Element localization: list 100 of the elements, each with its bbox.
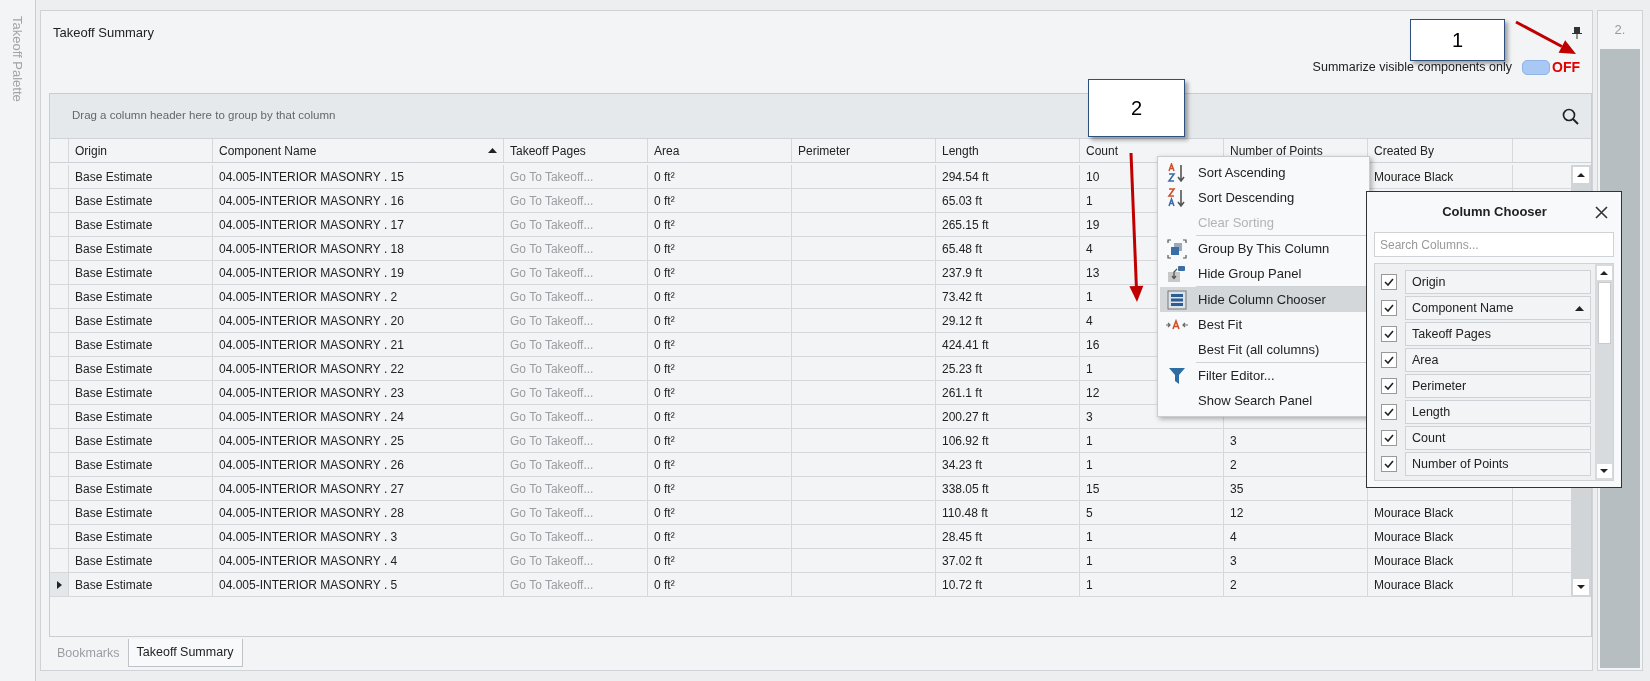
menu-item[interactable]: Group By This Column [1160,236,1367,261]
search-icon[interactable] [1562,107,1579,125]
table-cell-text: 04.005-INTERIOR MASONRY . 22 [219,360,404,378]
column-item[interactable]: Number of Points [1405,452,1591,476]
check-icon [1384,278,1394,286]
checkbox[interactable] [1381,274,1397,290]
table-cell-text: 3 [1230,552,1237,570]
table-cell-text: Base Estimate [75,432,153,450]
sort-arrow-icon [1575,305,1584,311]
panel-title: Takeoff Summary [53,24,154,43]
table-cell-text: 04.005-INTERIOR MASONRY . 25 [219,432,404,450]
scroll-up-button[interactable] [1573,167,1589,183]
table-cell-text: 04.005-INTERIOR MASONRY . 4 [219,552,398,570]
table-cell-text: Mourace Black [1374,528,1454,546]
scroll-down-button[interactable] [1596,464,1612,478]
check-icon [1384,434,1394,442]
table-cell-text: Base Estimate [75,264,153,282]
callout-box: 1 [1410,19,1505,61]
column-item[interactable]: Area [1405,348,1591,372]
column-item[interactable]: Origin [1405,270,1591,294]
table-cell-text: 3 [1230,432,1237,450]
column-header[interactable]: Length [936,139,1080,162]
best-fit-icon [1166,318,1188,331]
menu-item[interactable]: Sort Descending [1160,185,1367,210]
table-cell-text: 0 ft² [654,408,675,426]
table-cell-text: 04.005-INTERIOR MASONRY . 18 [219,240,404,258]
tab[interactable]: Takeoff Summary [127,639,243,667]
table-cell-text: 12 [1230,504,1244,522]
table-cell-text: 0 ft² [654,312,675,330]
table-cell-text: 4 [1086,312,1093,330]
pin-icon[interactable] [1572,27,1582,39]
table-cell-text: 34.23 ft [942,456,983,474]
column-item[interactable]: Perimeter [1405,374,1591,398]
table-cell-text: 04.005-INTERIOR MASONRY . 27 [219,480,404,498]
column-header[interactable]: Takeoff Pages [504,139,648,162]
table-cell-text: Base Estimate [75,192,153,210]
table-cell-text: 1 [1086,360,1093,378]
sort-ascending-icon [1167,162,1187,183]
check-icon [1384,356,1394,364]
toggle-switch[interactable] [1522,59,1550,75]
table-cell-text: 0 ft² [654,432,675,450]
scroll-up-button[interactable] [1596,266,1612,280]
column-item[interactable]: Length [1405,400,1591,424]
table-cell-text: 04.005-INTERIOR MASONRY . 19 [219,264,404,282]
checkbox[interactable] [1381,378,1397,394]
table-cell-text: 1 [1086,528,1093,546]
column-header[interactable]: Component Name [213,139,504,162]
table-cell-text: 04.005-INTERIOR MASONRY . 28 [219,504,404,522]
table-cell-text: 200.27 ft [942,408,989,426]
table-cell-text: 65.03 ft [942,192,983,210]
table-cell-text: Base Estimate [75,168,153,186]
column-item[interactable]: Count [1405,426,1591,450]
toggle-state: OFF [1552,57,1580,77]
row-indicator[interactable] [50,573,69,596]
table-cell-text: Mourace Black [1374,168,1454,186]
sort-descending-icon [1167,187,1187,208]
menu-item[interactable]: Sort Ascending [1160,160,1367,185]
checkbox[interactable] [1381,326,1397,342]
menu-item[interactable]: Hide Group Panel [1160,261,1367,286]
checkbox[interactable] [1381,300,1397,316]
column-header[interactable]: Perimeter [792,139,936,162]
column-header[interactable]: Origin [69,139,213,162]
table-cell-text: 04.005-INTERIOR MASONRY . 15 [219,168,404,186]
check-icon [1384,460,1394,468]
table-cell-text: Base Estimate [75,240,153,258]
table-cell-text: Mourace Black [1374,504,1454,522]
menu-item[interactable]: Best Fit (all columns) [1160,337,1367,362]
close-icon[interactable] [1595,205,1608,219]
table-cell-text: Base Estimate [75,480,153,498]
column-header[interactable]: Area [648,139,792,162]
table-cell-text: 04.005-INTERIOR MASONRY . 20 [219,312,404,330]
check-icon [1384,408,1394,416]
table-cell-text: Base Estimate [75,384,153,402]
column-item[interactable]: Component Name [1405,296,1591,320]
table-cell-text: Base Estimate [75,360,153,378]
search-field[interactable]: Search Columns... [1374,232,1614,257]
table-cell-text: 04.005-INTERIOR MASONRY . 3 [219,528,398,546]
menu-item[interactable]: Filter Editor... [1160,363,1367,388]
menu-item[interactable]: Show Search Panel [1160,388,1367,413]
table-cell-text: 424.41 ft [942,336,989,354]
checkbox[interactable] [1381,404,1397,420]
checkbox[interactable] [1381,352,1397,368]
table-cell-text: 1 [1086,552,1093,570]
table-cell-text: 29.12 ft [942,312,983,330]
checkbox[interactable] [1381,456,1397,472]
table-cell-text: 0 ft² [654,576,675,594]
table-cell-text: 15 [1086,480,1100,498]
chooser-scrollbar[interactable] [1595,264,1613,480]
table-cell-text: Base Estimate [75,336,153,354]
scroll-thumb[interactable] [1597,282,1611,344]
menu-item[interactable]: Hide Column Chooser [1160,287,1367,312]
table-cell-text: 1 [1086,576,1093,594]
menu-item[interactable]: Best Fit [1160,312,1367,337]
callout-box: 2 [1088,79,1185,137]
table-cell-text: 04.005-INTERIOR MASONRY . 5 [219,576,398,594]
table-cell-text: 110.48 ft [942,504,988,522]
scroll-down-button[interactable] [1573,579,1589,595]
checkbox[interactable] [1381,430,1397,446]
column-item[interactable]: Takeoff Pages [1405,322,1591,346]
table-cell-text: 04.005-INTERIOR MASONRY . 21 [219,336,404,354]
